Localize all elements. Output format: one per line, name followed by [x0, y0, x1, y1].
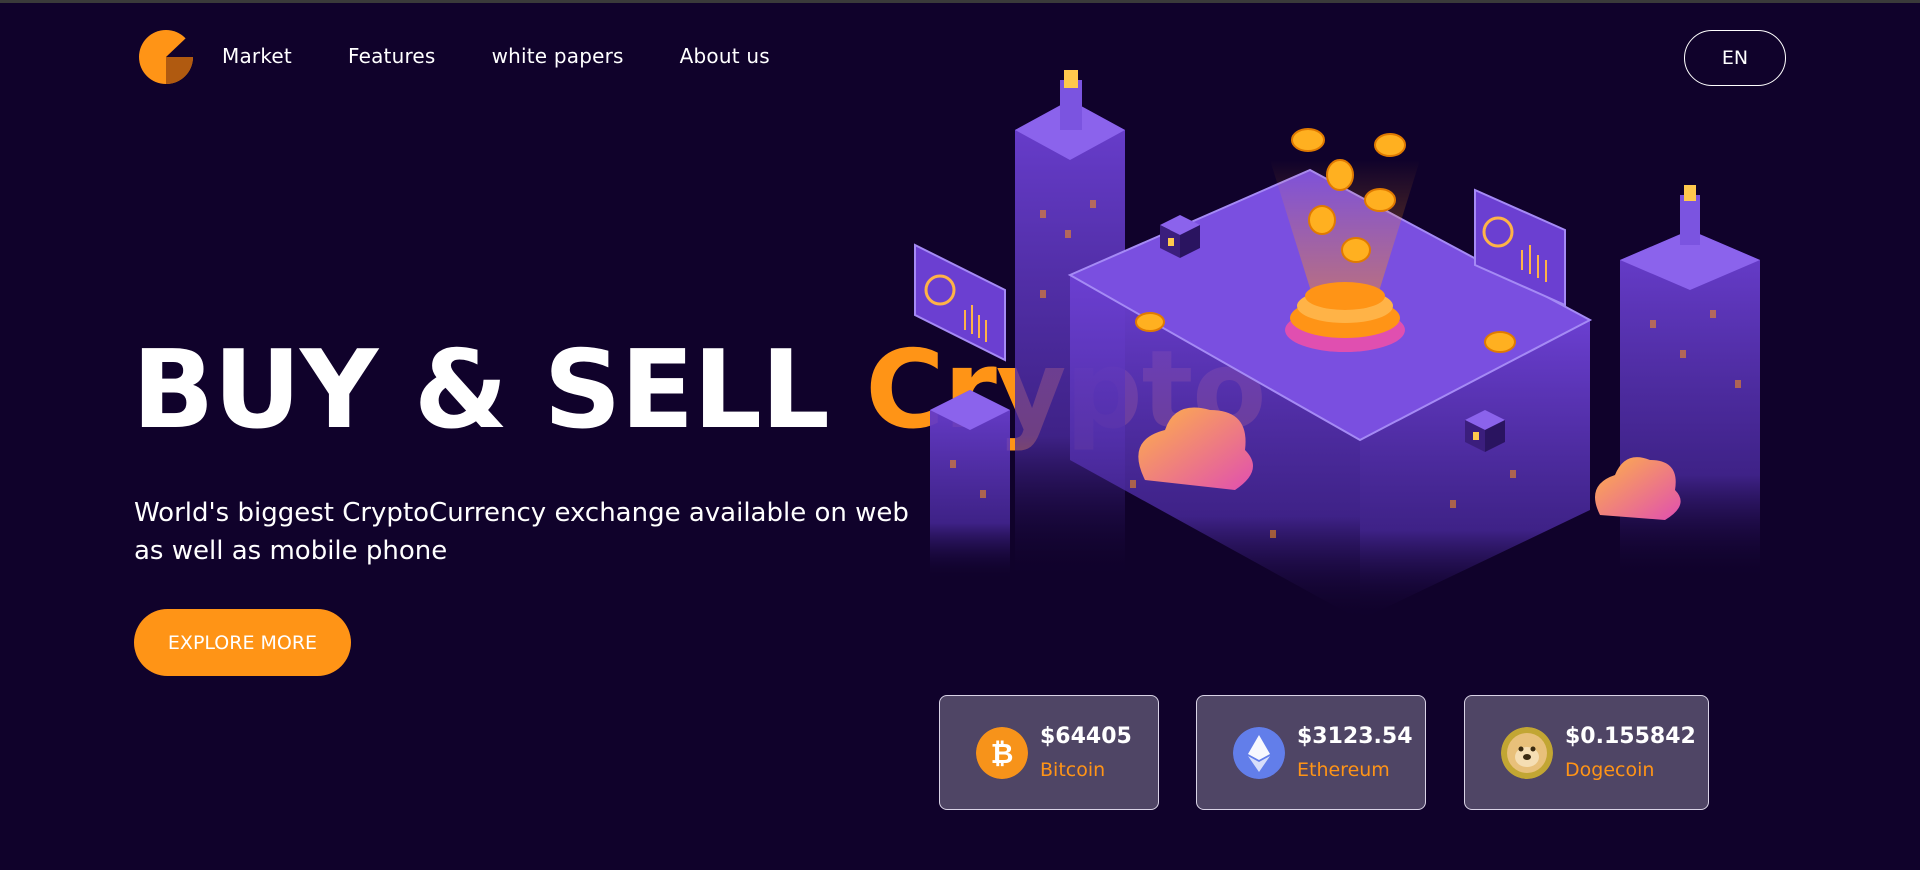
coin-price: $0.155842: [1565, 724, 1696, 749]
coin-price: $64405: [1040, 724, 1132, 749]
price-card-info: $0.155842 Dogecoin: [1565, 724, 1696, 781]
coin-name: Bitcoin: [1040, 759, 1106, 781]
brand-logo[interactable]: [136, 30, 198, 84]
coin-name: Ethereum: [1297, 759, 1390, 781]
nav-link-about-us[interactable]: About us: [680, 44, 770, 68]
price-card-info: $3123.54 Ethereum: [1297, 724, 1413, 781]
chart-panel-left: [914, 243, 1006, 362]
nav-link-market[interactable]: Market: [222, 44, 292, 68]
dogecoin-icon: [1501, 726, 1553, 779]
price-card-dogecoin[interactable]: $0.155842 Dogecoin: [1464, 695, 1709, 810]
ethereum-icon: [1233, 726, 1285, 779]
price-card-ethereum[interactable]: $3123.54 Ethereum: [1196, 695, 1426, 810]
main-nav: Market Features white papers About us: [222, 44, 770, 68]
price-card-bitcoin[interactable]: ₿ $64405 Bitcoin: [939, 695, 1159, 810]
coin-price: $3123.54: [1297, 724, 1413, 749]
window-top-border: [0, 0, 1920, 3]
cloud-right: [1595, 457, 1681, 520]
bitcoin-icon: ₿: [976, 726, 1028, 779]
isometric-city-illustration: [914, 70, 1760, 620]
headline-main: BUY & SELL: [132, 328, 830, 453]
coin-name: Dogecoin: [1565, 759, 1655, 781]
explore-more-button[interactable]: EXPLORE MORE: [134, 609, 351, 676]
tower-far-left: [930, 390, 1010, 580]
nav-link-features[interactable]: Features: [348, 44, 436, 68]
nav-link-white-papers[interactable]: white papers: [492, 44, 624, 68]
price-card-info: $64405 Bitcoin: [1040, 724, 1132, 781]
hero-subtitle: World's biggest CryptoCurrency exchange …: [134, 498, 909, 566]
svg-text:₿: ₿: [991, 737, 1014, 770]
